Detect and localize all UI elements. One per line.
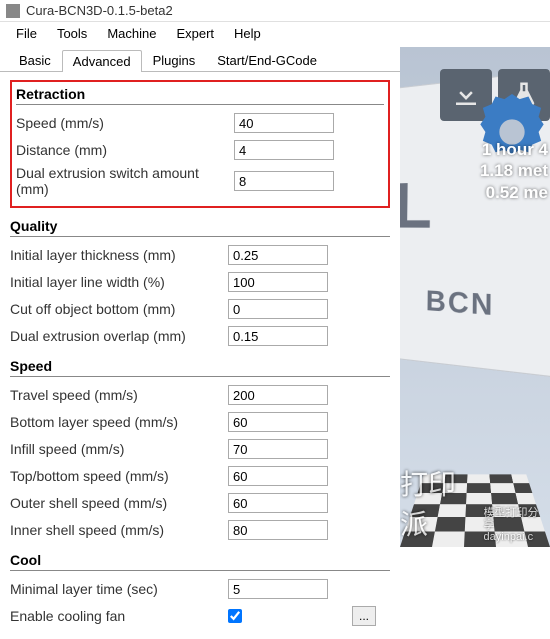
stat-length: 1.18 met	[480, 160, 548, 181]
watermark: 打印派 模型打印分享 dayinpai.c	[400, 463, 546, 543]
tab-advanced[interactable]: Advanced	[62, 50, 142, 72]
section-quality-title: Quality	[10, 218, 390, 237]
input-retraction-distance[interactable]	[234, 140, 334, 160]
label-dual-overlap: Dual extrusion overlap (mm)	[10, 328, 228, 344]
input-inner-speed[interactable]	[228, 520, 328, 540]
label-infill-speed: Infill speed (mm/s)	[10, 441, 228, 457]
input-retraction-speed[interactable]	[234, 113, 334, 133]
watermark-logo: 打印派	[400, 463, 480, 543]
menu-machine[interactable]: Machine	[99, 24, 164, 43]
print-stats: 1 hour 4 1.18 met 0.52 me	[480, 139, 548, 203]
label-retraction-distance: Distance (mm)	[16, 142, 234, 158]
input-cutoff[interactable]	[228, 299, 328, 319]
settings-tabs: Basic Advanced Plugins Start/End-GCode	[0, 49, 400, 72]
label-inner-speed: Inner shell speed (mm/s)	[10, 522, 228, 538]
tab-basic[interactable]: Basic	[8, 49, 62, 71]
window-titlebar: Cura-BCN3D-0.1.5-beta2	[0, 0, 550, 22]
input-dual-switch[interactable]	[234, 171, 334, 191]
tab-plugins[interactable]: Plugins	[142, 49, 207, 71]
section-cool-title: Cool	[10, 552, 390, 571]
label-retraction-speed: Speed (mm/s)	[16, 115, 234, 131]
input-infill-speed[interactable]	[228, 439, 328, 459]
model-letter: L	[400, 167, 432, 243]
label-dual-switch: Dual extrusion switch amount (mm)	[16, 165, 234, 197]
3d-viewport[interactable]: L BCN 1 hour 4 1.18 met 0.52 me 打印派 模型打印…	[400, 47, 550, 547]
input-illw[interactable]	[228, 272, 328, 292]
menu-expert[interactable]: Expert	[168, 24, 222, 43]
label-enablefan: Enable cooling fan	[10, 608, 228, 624]
label-minlayer: Minimal layer time (sec)	[10, 581, 228, 597]
menu-tools[interactable]: Tools	[49, 24, 95, 43]
input-minlayer[interactable]	[228, 579, 328, 599]
input-bottom-speed[interactable]	[228, 412, 328, 432]
input-topbottom-speed[interactable]	[228, 466, 328, 486]
checkbox-enablefan[interactable]	[228, 609, 242, 623]
settings-panel: Basic Advanced Plugins Start/End-GCode R…	[0, 47, 400, 547]
stat-time: 1 hour 4	[480, 139, 548, 160]
stat-weight: 0.52 me	[480, 182, 548, 203]
model-brand: BCN	[426, 284, 495, 323]
menu-file[interactable]: File	[8, 24, 45, 43]
tab-startend[interactable]: Start/End-GCode	[206, 49, 328, 71]
menu-bar: File Tools Machine Expert Help	[0, 22, 550, 47]
app-icon	[6, 4, 20, 18]
input-outer-speed[interactable]	[228, 493, 328, 513]
menu-help[interactable]: Help	[226, 24, 269, 43]
label-ilt: Initial layer thickness (mm)	[10, 247, 228, 263]
label-travel-speed: Travel speed (mm/s)	[10, 387, 228, 403]
window-title: Cura-BCN3D-0.1.5-beta2	[26, 3, 173, 18]
label-outer-speed: Outer shell speed (mm/s)	[10, 495, 228, 511]
section-speed-title: Speed	[10, 358, 390, 377]
retraction-highlight-box: Retraction Speed (mm/s) Distance (mm) Du…	[10, 80, 390, 208]
watermark-sub2: dayinpai.c	[484, 531, 546, 543]
label-topbottom-speed: Top/bottom speed (mm/s)	[10, 468, 228, 484]
label-illw: Initial layer line width (%)	[10, 274, 228, 290]
label-cutoff: Cut off object bottom (mm)	[10, 301, 228, 317]
section-retraction-title: Retraction	[16, 86, 384, 105]
input-ilt[interactable]	[228, 245, 328, 265]
label-bottom-speed: Bottom layer speed (mm/s)	[10, 414, 228, 430]
input-travel-speed[interactable]	[228, 385, 328, 405]
more-cool-button[interactable]: ...	[352, 606, 376, 626]
input-dual-overlap[interactable]	[228, 326, 328, 346]
watermark-sub1: 模型打印分享	[484, 507, 546, 531]
